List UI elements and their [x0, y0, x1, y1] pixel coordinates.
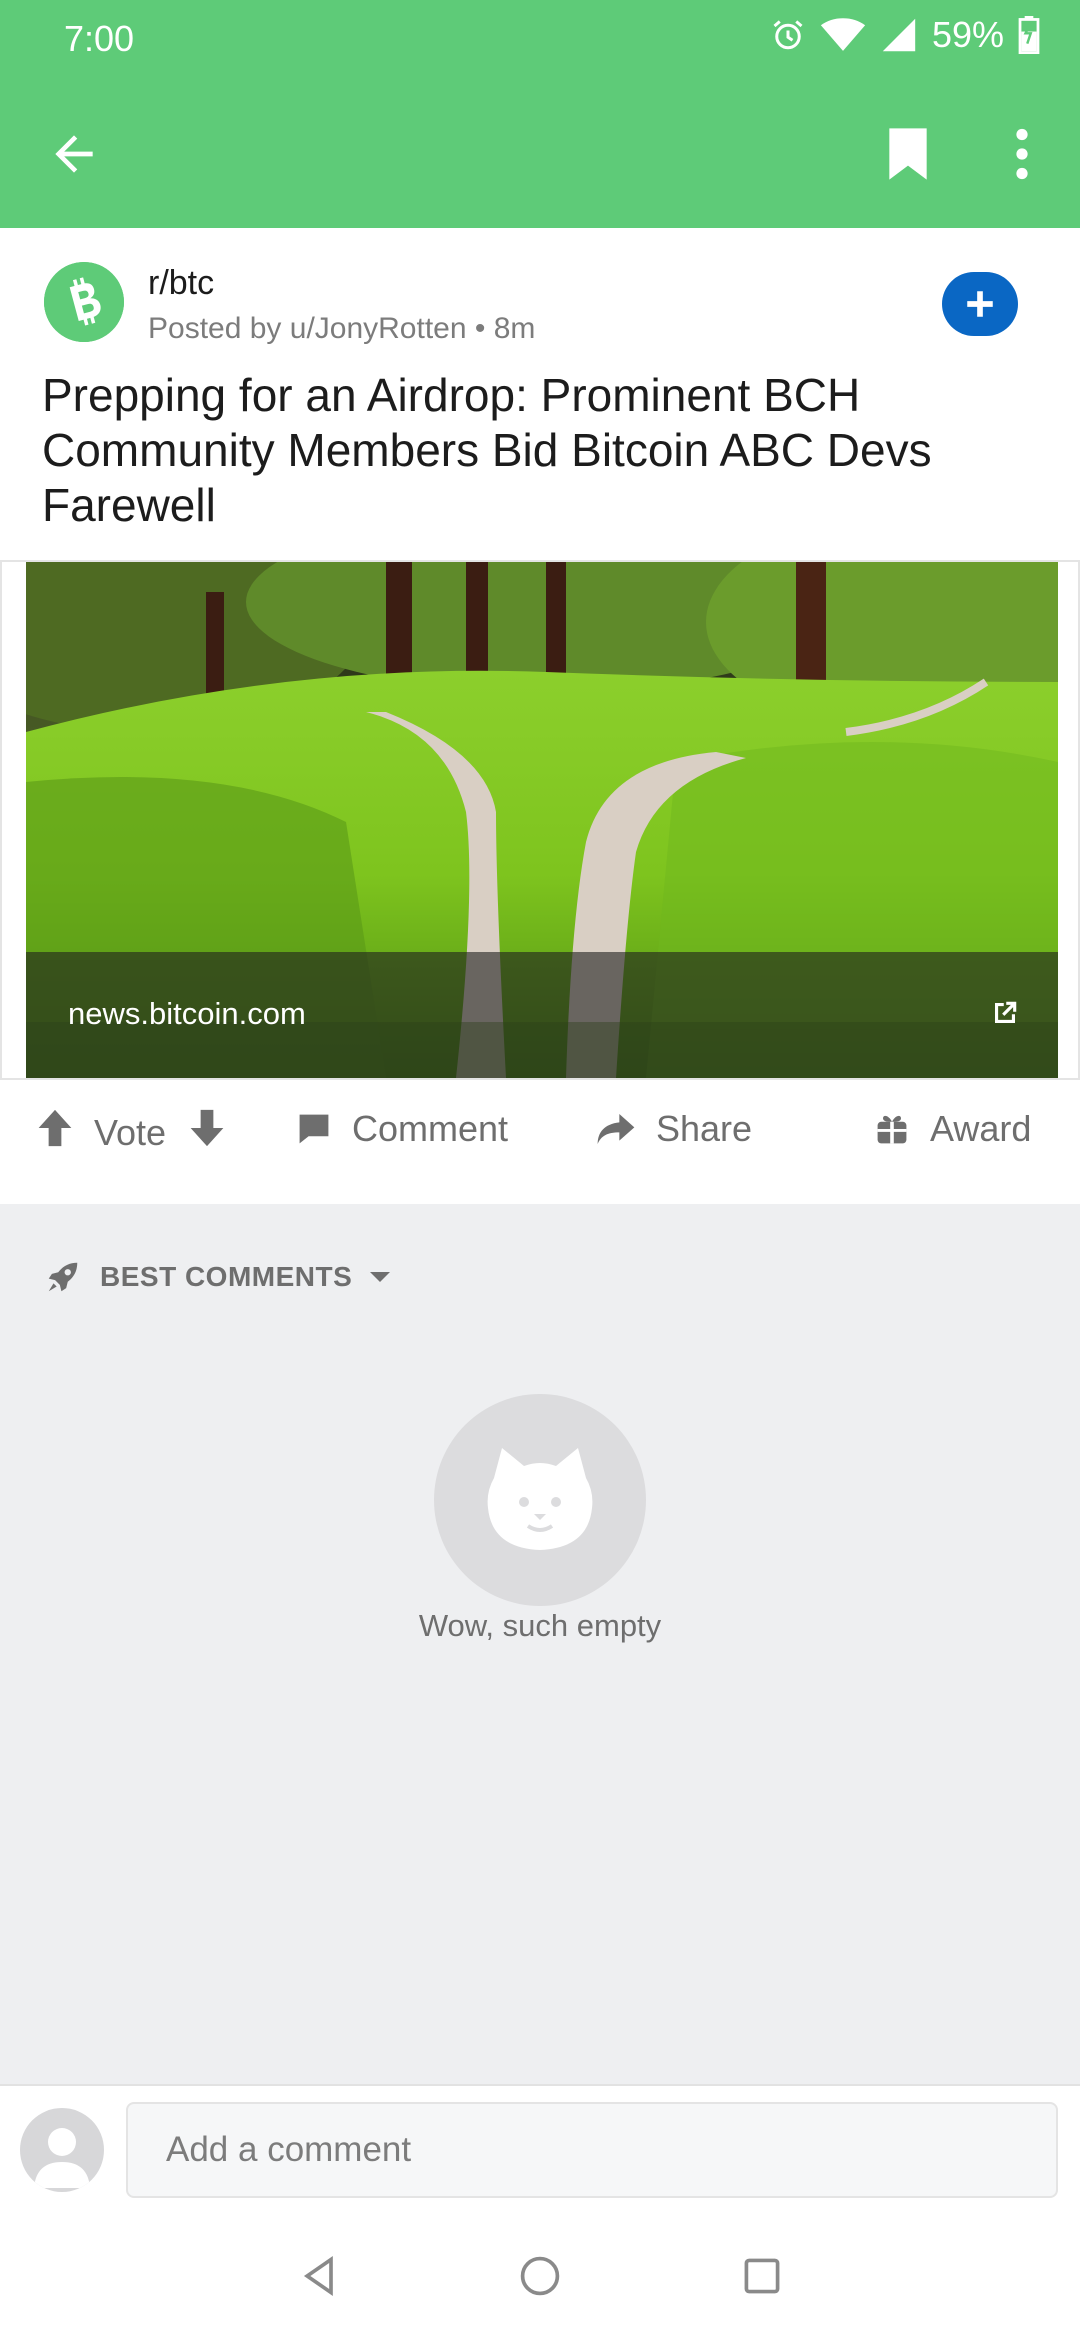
empty-state-illustration — [434, 1394, 646, 1606]
plus-icon — [967, 291, 993, 317]
square-recents-icon — [744, 2258, 780, 2294]
downvote-button[interactable] — [188, 1108, 226, 1157]
link-domain[interactable]: news.bitcoin.com — [68, 996, 306, 1032]
triangle-back-icon — [303, 2256, 333, 2296]
circle-home-icon — [520, 2256, 560, 2296]
link-preview-card[interactable]: news.bitcoin.com — [0, 560, 1080, 1080]
downvote-arrow-icon — [190, 1109, 224, 1147]
battery-charging-icon — [1018, 16, 1040, 54]
vote-group: Vote — [36, 1108, 226, 1157]
comment-sort-dropdown[interactable]: BEST COMMENTS — [44, 1258, 392, 1296]
comment-bubble-icon — [299, 1114, 329, 1144]
comment-composer — [0, 2084, 1080, 2208]
user-avatar[interactable] — [20, 2108, 104, 2192]
battery-percent: 59% — [931, 14, 1004, 55]
more-vert-icon — [1016, 128, 1028, 180]
cat-face-icon — [487, 1448, 593, 1550]
subreddit-avatar[interactable] — [44, 262, 124, 342]
bookmark-icon — [889, 128, 927, 180]
link-overlay: news.bitcoin.com — [26, 952, 1058, 1078]
share-arrow-icon — [597, 1114, 635, 1144]
post-title[interactable]: Prepping for an Airdrop: Prominent BCH C… — [42, 368, 1042, 533]
sort-label: BEST COMMENTS — [100, 1261, 353, 1292]
chevron-down-icon — [370, 1272, 391, 1282]
post-card: r/btc Posted by u/JonyRotten • 8m Preppi… — [0, 228, 1080, 1204]
status-time: 7:00 — [64, 18, 135, 59]
alarm-icon — [770, 17, 806, 53]
nav-home-button[interactable] — [510, 2246, 570, 2306]
person-icon — [34, 2128, 90, 2188]
upvote-button[interactable] — [36, 1108, 74, 1157]
more-options-button[interactable] — [984, 116, 1060, 192]
bitcoin-cash-icon — [44, 262, 124, 342]
vote-label: Vote — [94, 1111, 167, 1153]
wifi-icon — [820, 17, 866, 53]
bookmark-button[interactable] — [870, 116, 946, 192]
post-meta: Posted by u/JonyRotten • 8m — [148, 312, 535, 346]
gift-icon — [877, 1115, 907, 1144]
signal-icon — [880, 17, 918, 53]
system-nav-bar — [0, 2208, 1080, 2340]
upvote-arrow-icon — [38, 1109, 72, 1147]
rocket-icon — [48, 1262, 78, 1292]
toolbar — [0, 100, 1080, 210]
comment-label: Comment — [352, 1108, 509, 1149]
posted-by[interactable]: Posted by u/JonyRotten — [148, 312, 467, 345]
nav-recents-button[interactable] — [732, 2246, 792, 2306]
app-header: 7:00 59% — [0, 0, 1080, 228]
add-comment-input[interactable] — [126, 2102, 1058, 2198]
share-button[interactable]: Share — [596, 1108, 752, 1150]
arrow-back-icon — [55, 135, 93, 173]
meta-separator: • — [474, 312, 494, 345]
subreddit-name[interactable]: r/btc — [148, 264, 214, 303]
status-bar: 7:00 59% — [0, 0, 1080, 80]
award-label: Award — [930, 1108, 1032, 1149]
award-button[interactable]: Award — [874, 1108, 1031, 1150]
post-age: 8m — [493, 312, 536, 345]
post-action-bar: Vote Comment Share Award — [0, 1086, 1080, 1182]
comment-button[interactable]: Comment — [296, 1108, 508, 1150]
join-subreddit-button[interactable] — [942, 272, 1018, 336]
empty-state-text: Wow, such empty — [418, 1608, 662, 1643]
comments-section: BEST COMMENTS Wow, such empty — [0, 1204, 1080, 2084]
open-external-icon[interactable] — [990, 998, 1020, 1033]
link-preview-image: news.bitcoin.com — [26, 562, 1058, 1078]
back-button[interactable] — [36, 116, 112, 192]
status-icons: 59% — [770, 14, 1040, 56]
nav-back-button[interactable] — [290, 2246, 350, 2306]
share-label: Share — [656, 1108, 753, 1149]
